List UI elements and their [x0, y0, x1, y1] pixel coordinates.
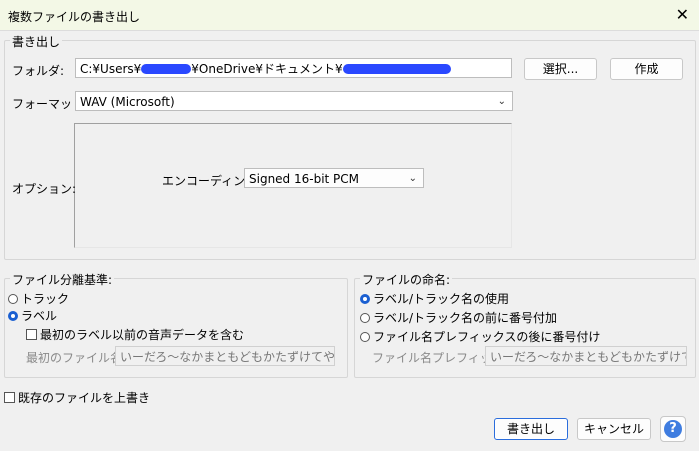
help-button[interactable]: ? — [660, 416, 686, 442]
options-label: オプション: — [12, 182, 77, 196]
create-folder-button[interactable]: 作成 — [610, 58, 683, 80]
radio-icon — [8, 294, 18, 304]
naming-use-name-radio[interactable]: ラベル/トラック名の使用 — [360, 290, 509, 307]
redaction-mark — [141, 64, 192, 74]
export-button[interactable]: 書き出し — [494, 418, 568, 440]
radio-selected-icon — [8, 311, 18, 321]
select-folder-button[interactable]: 選択... — [524, 58, 597, 80]
title-bar: 複数ファイルの書き出し ✕ — [0, 0, 699, 31]
radio-selected-icon — [360, 294, 370, 304]
redaction-mark — [342, 64, 451, 74]
export-group-legend: 書き出し — [10, 33, 63, 50]
chevron-down-icon: ⌄ — [408, 173, 417, 184]
naming-group-legend: ファイルの命名: — [360, 271, 453, 288]
split-track-radio[interactable]: トラック — [8, 290, 69, 307]
window-title: 複数ファイルの書き出し — [8, 10, 141, 24]
format-value: WAV (Microsoft) — [80, 95, 175, 109]
folder-path-middle: ¥OneDrive¥ドキュメント¥ — [191, 62, 343, 76]
chevron-down-icon: ⌄ — [497, 96, 506, 107]
encoding-value: Signed 16-bit PCM — [249, 172, 360, 186]
naming-number-before-label: ラベル/トラック名の前に番号付加 — [373, 311, 558, 325]
cancel-button[interactable]: キャンセル — [577, 418, 651, 440]
split-label-label: ラベル — [21, 309, 58, 323]
prefix-input[interactable]: いーだろ～なかまともどもかたずけてやる [vo — [485, 346, 687, 366]
folder-label: フォルダ: — [12, 64, 65, 78]
first-file-input[interactable]: いーだろ～なかまともどもかたずけてやる [vocals — [115, 346, 335, 366]
split-group-legend: ファイル分離基準: — [10, 271, 115, 288]
naming-prefix-number-label: ファイル名プレフィックスの後に番号付け — [373, 330, 601, 344]
format-select[interactable]: WAV (Microsoft) ⌄ — [75, 91, 513, 111]
radio-icon — [360, 313, 370, 323]
naming-number-before-radio[interactable]: ラベル/トラック名の前に番号付加 — [360, 309, 557, 326]
radio-icon — [360, 332, 370, 342]
include-audio-label: 最初のラベル以前の音声データを含む — [40, 328, 245, 342]
include-audio-checkbox[interactable]: 最初のラベル以前の音声データを含む — [26, 326, 244, 343]
encoding-select[interactable]: Signed 16-bit PCM ⌄ — [244, 168, 424, 188]
first-file-label: 最初のファイル名: — [26, 351, 127, 365]
overwrite-checkbox[interactable]: 既存のファイルを上書き — [4, 389, 150, 406]
split-label-radio[interactable]: ラベル — [8, 307, 57, 324]
split-track-label: トラック — [21, 292, 70, 306]
close-icon[interactable]: ✕ — [676, 5, 689, 24]
help-icon: ? — [664, 420, 682, 438]
checkbox-icon — [4, 392, 15, 403]
folder-path-input[interactable]: C:¥Users¥ ¥OneDrive¥ドキュメント¥ — [75, 58, 512, 78]
overwrite-label: 既存のファイルを上書き — [18, 391, 151, 405]
checkbox-icon — [26, 329, 37, 340]
naming-use-name-label: ラベル/トラック名の使用 — [373, 292, 510, 306]
folder-path-prefix: C:¥Users¥ — [80, 62, 142, 76]
naming-prefix-number-radio[interactable]: ファイル名プレフィックスの後に番号付け — [360, 328, 600, 345]
